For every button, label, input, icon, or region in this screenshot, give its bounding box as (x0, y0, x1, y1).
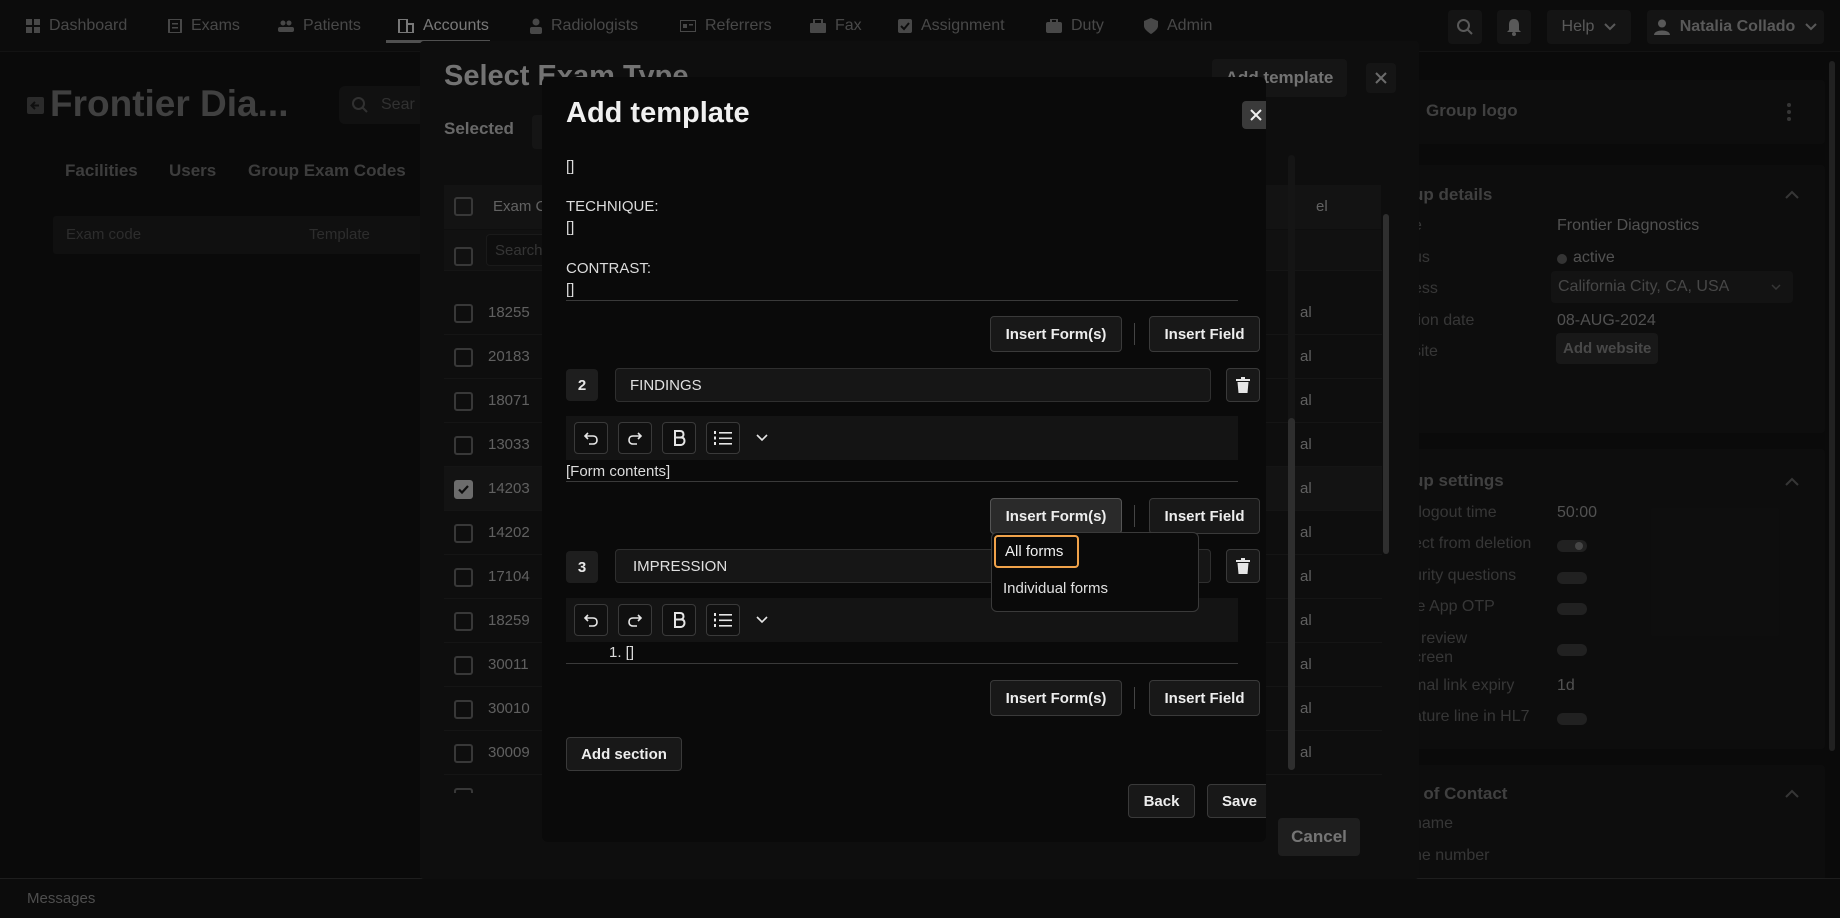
technique-value[interactable]: [] (566, 219, 574, 236)
editor-divider (566, 300, 1238, 301)
option-individual-forms[interactable]: Individual forms (1003, 580, 1108, 597)
close-button[interactable] (1242, 101, 1266, 129)
redo-button[interactable] (618, 604, 652, 636)
chevron-down-icon[interactable] (756, 616, 768, 624)
undo-icon (583, 432, 598, 445)
trash-icon (1236, 377, 1250, 393)
template-text[interactable]: [] (566, 158, 574, 175)
divider (1134, 687, 1135, 709)
template-scroll-thumb[interactable] (1288, 418, 1295, 770)
delete-section-button[interactable] (1226, 368, 1260, 402)
undo-button[interactable] (574, 422, 608, 454)
insert-field-button[interactable]: Insert Field (1149, 498, 1260, 534)
close-icon (1250, 109, 1262, 121)
numbered-list-icon (714, 431, 732, 445)
list-button[interactable] (706, 604, 740, 636)
bold-button[interactable] (662, 604, 696, 636)
contrast-label[interactable]: CONTRAST: (566, 260, 651, 277)
option-all-forms[interactable]: All forms (994, 535, 1079, 568)
redo-icon (628, 614, 643, 627)
section-number: 3 (566, 551, 598, 583)
technique-label[interactable]: TECHNIQUE: (566, 198, 659, 215)
insert-forms-button[interactable]: Insert Form(s) (990, 680, 1122, 716)
undo-button[interactable] (574, 604, 608, 636)
redo-icon (628, 432, 643, 445)
add-template-modal: Add template [] TECHNIQUE: [] CONTRAST: … (542, 77, 1266, 842)
add-section-button[interactable]: Add section (566, 737, 682, 771)
template-modal-title: Add template (566, 97, 750, 129)
undo-icon (583, 614, 598, 627)
numbered-list-icon (714, 613, 732, 627)
bold-icon (674, 612, 686, 628)
section-number: 2 (566, 369, 598, 401)
insert-forms-dropdown: All forms Individual forms (991, 532, 1199, 612)
divider (1134, 323, 1135, 345)
contrast-value[interactable]: [] (566, 281, 574, 298)
footer-bar: Messages (0, 878, 1840, 918)
bold-icon (674, 430, 686, 446)
editor-divider (566, 663, 1238, 664)
delete-section-button[interactable] (1226, 549, 1260, 583)
divider (1134, 505, 1135, 527)
messages-label[interactable]: Messages (27, 890, 95, 907)
section-content[interactable]: [Form contents] (566, 463, 670, 480)
save-button[interactable]: Save (1207, 784, 1266, 818)
back-button[interactable]: Back (1128, 784, 1195, 818)
editor-divider (566, 481, 1238, 482)
insert-forms-button[interactable]: Insert Form(s) (990, 316, 1122, 352)
insert-forms-button-active[interactable]: Insert Form(s) (990, 498, 1122, 534)
section-content[interactable]: 1. [] (609, 644, 634, 661)
insert-field-button[interactable]: Insert Field (1149, 316, 1260, 352)
trash-icon (1236, 558, 1250, 574)
editor-toolbar (566, 416, 1238, 460)
list-button[interactable] (706, 422, 740, 454)
redo-button[interactable] (618, 422, 652, 454)
bold-button[interactable] (662, 422, 696, 454)
section-name-input[interactable]: FINDINGS (615, 368, 1211, 402)
chevron-down-icon[interactable] (756, 434, 768, 442)
insert-field-button[interactable]: Insert Field (1149, 680, 1260, 716)
